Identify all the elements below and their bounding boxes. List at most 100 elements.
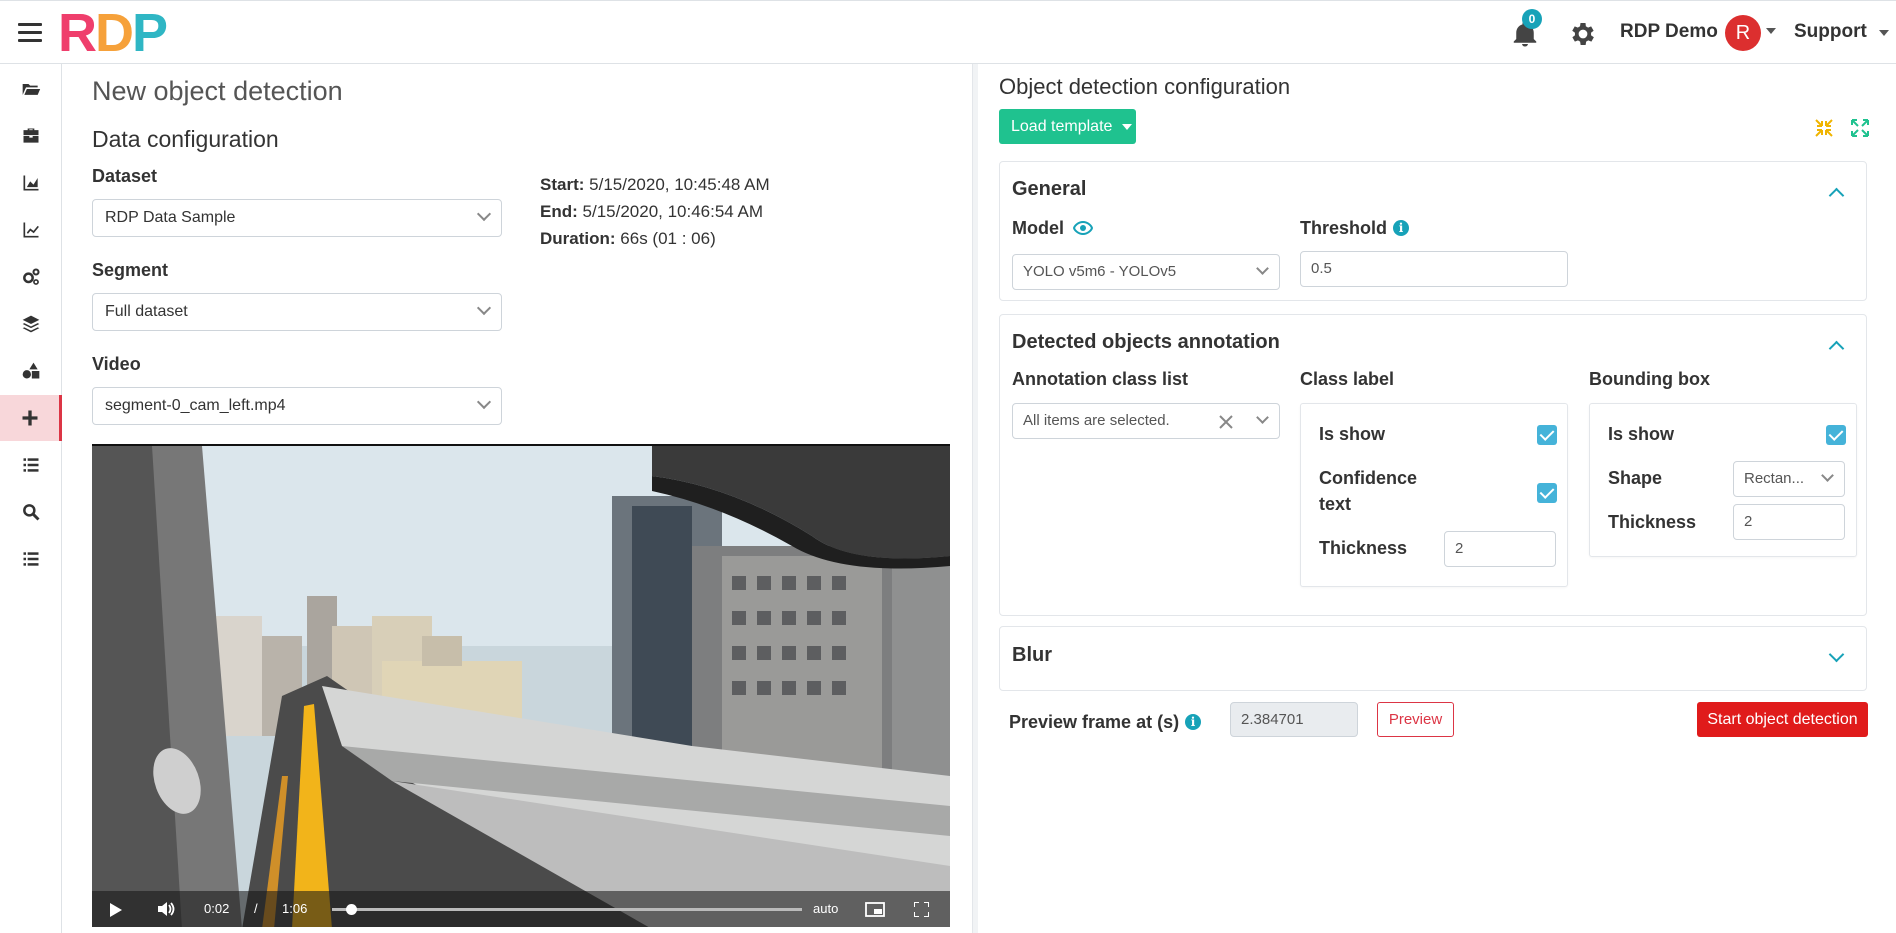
cogs-icon	[23, 268, 40, 285]
end-value: 5/15/2020, 10:46:54 AM	[582, 202, 764, 221]
clear-icon[interactable]	[1218, 414, 1234, 430]
top-navbar: RDP 0 RDP Demo R Support	[0, 0, 1896, 64]
video-select-value: segment-0_cam_left.mp4	[105, 397, 286, 414]
fullscreen-icon[interactable]	[914, 902, 929, 917]
video-scrubber[interactable]	[332, 904, 802, 915]
threshold-label-text: Threshold	[1300, 218, 1388, 238]
user-menu-caret-icon[interactable]	[1766, 28, 1776, 34]
class-thickness-label: Thickness	[1319, 538, 1408, 558]
class-is-show-checkbox[interactable]	[1537, 425, 1557, 445]
data-configuration-panel: New object detection Data configuration …	[70, 64, 972, 933]
blur-card: Blur	[999, 626, 1867, 691]
video-label: Video	[92, 354, 141, 374]
model-label: Model	[1012, 218, 1094, 239]
start-object-detection-button[interactable]: Start object detection	[1697, 702, 1868, 737]
video-scrubber-handle[interactable]	[346, 904, 358, 915]
expand-all-icon[interactable]	[1850, 118, 1870, 138]
info-icon[interactable]: i	[1393, 220, 1410, 236]
list-icon	[23, 458, 39, 472]
dataset-select[interactable]: RDP Data Sample	[92, 199, 502, 237]
list-alt-icon	[23, 552, 39, 566]
duration-value: 66s (01 : 06)	[620, 229, 716, 248]
start-info: Start: 5/15/2020, 10:45:48 AM	[540, 175, 770, 195]
video-frame	[92, 446, 950, 927]
annotation-class-list-value: All items are selected.	[1023, 412, 1170, 429]
eye-icon[interactable]	[1072, 220, 1094, 236]
model-select-value: YOLO v5m6 - YOLOv5	[1023, 263, 1177, 280]
threshold-label: Threshold i	[1300, 218, 1410, 239]
chevron-down-icon	[1821, 469, 1834, 482]
preview-frame-label-text: Preview frame at (s)	[1009, 712, 1180, 732]
annotation-class-list-label: Annotation class list	[1012, 369, 1189, 389]
class-is-show-label: Is show	[1319, 424, 1386, 444]
video-quality[interactable]: auto	[813, 891, 838, 927]
collapse-all-icon[interactable]	[1814, 118, 1834, 138]
support-caret-icon[interactable]	[1879, 30, 1889, 36]
bbox-is-show-label: Is show	[1608, 424, 1675, 444]
sidebar-item-list-alt[interactable]	[0, 536, 62, 582]
shape-select[interactable]: Rectan...	[1733, 461, 1845, 497]
info-icon[interactable]: i	[1185, 714, 1202, 730]
end-label: End:	[540, 202, 578, 221]
support-menu[interactable]: Support	[1794, 21, 1867, 43]
duration-info: Duration: 66s (01 : 06)	[540, 229, 716, 249]
preview-frame-label: Preview frame at (s) i	[1009, 712, 1202, 733]
chevron-down-icon	[1256, 411, 1269, 424]
avatar[interactable]: R	[1725, 15, 1761, 51]
bbox-thickness-input[interactable]: 2	[1733, 504, 1845, 540]
gear-icon[interactable]	[1568, 19, 1598, 49]
threshold-input[interactable]: 0.5	[1300, 251, 1568, 287]
class-label-title: Class label	[1300, 369, 1395, 389]
sidebar-item-search[interactable]	[0, 489, 62, 535]
sidebar-item-layers[interactable]	[0, 301, 62, 347]
shape-label: Shape	[1608, 468, 1663, 488]
dataset-select-value: RDP Data Sample	[105, 209, 236, 226]
video-player[interactable]: 0:02 / 1:06 auto	[92, 444, 950, 927]
sidebar-item-shapes[interactable]	[0, 348, 62, 394]
general-card-title: General	[1012, 178, 1087, 200]
sidebar-item-line-chart[interactable]	[0, 207, 62, 253]
chevron-up-icon[interactable]	[1828, 340, 1845, 357]
video-current-time: 0:02	[204, 901, 230, 916]
sidebar-item-list[interactable]	[0, 442, 62, 488]
segment-select[interactable]: Full dataset	[92, 293, 502, 331]
play-icon[interactable]	[110, 903, 122, 917]
sidebar-item-processing[interactable]	[0, 254, 62, 300]
user-name[interactable]: RDP Demo	[1620, 21, 1718, 43]
duration-label: Duration:	[540, 229, 616, 248]
sidebar-item-new[interactable]	[0, 395, 62, 441]
video-select[interactable]: segment-0_cam_left.mp4	[92, 387, 502, 425]
sidebar-item-toolbox[interactable]	[0, 113, 62, 159]
preview-button[interactable]: Preview	[1377, 702, 1454, 737]
video-time-separator: /	[254, 901, 258, 916]
model-label-text: Model	[1012, 218, 1064, 238]
toolbox-icon	[23, 128, 39, 143]
bbox-is-show-checkbox[interactable]	[1826, 425, 1846, 445]
chevron-up-icon[interactable]	[1828, 187, 1845, 204]
area-chart-icon	[23, 175, 39, 191]
start-label: Start:	[540, 175, 585, 194]
class-thickness-input[interactable]: 2	[1444, 531, 1556, 567]
sidebar-item-area-chart[interactable]	[0, 160, 62, 206]
sidebar-item-datasets[interactable]	[0, 66, 62, 112]
confidence-text-checkbox[interactable]	[1537, 483, 1557, 503]
hamburger-menu-icon[interactable]	[18, 23, 42, 43]
bounding-box-box: Is show Shape Rectan... Thickness 2	[1589, 403, 1857, 557]
volume-icon[interactable]	[158, 901, 176, 917]
annotation-card-title: Detected objects annotation	[1012, 331, 1280, 353]
chevron-down-icon[interactable]	[1828, 646, 1845, 663]
load-template-label: Load template	[1011, 118, 1113, 135]
segment-select-value: Full dataset	[105, 303, 188, 320]
line-chart-icon	[23, 222, 39, 238]
annotation-class-list-select[interactable]: All items are selected.	[1012, 403, 1280, 439]
segment-label: Segment	[92, 260, 169, 280]
page-title: New object detection	[92, 76, 343, 106]
start-value: 5/15/2020, 10:45:48 AM	[589, 175, 770, 194]
preview-frame-input[interactable]: 2.384701	[1230, 702, 1358, 737]
chevron-down-icon	[476, 206, 492, 222]
load-template-button[interactable]: Load template	[999, 109, 1136, 144]
picture-in-picture-icon[interactable]	[865, 902, 885, 917]
app-logo[interactable]: RDP	[58, 6, 168, 60]
chevron-down-icon	[476, 300, 492, 316]
model-select[interactable]: YOLO v5m6 - YOLOv5	[1012, 254, 1280, 290]
